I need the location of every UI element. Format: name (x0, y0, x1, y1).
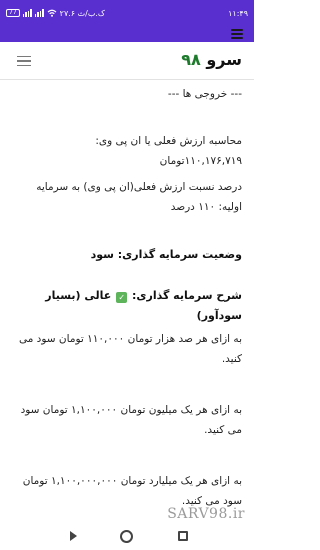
site-logo[interactable]: سرو ۹۸ (181, 50, 242, 69)
battery-icon: 77 (6, 9, 20, 17)
status-icons: 77 ۲۷.۶ ک.ب/ث (6, 9, 105, 18)
logo-text: سرو (206, 50, 242, 69)
app-toolbar (0, 26, 254, 42)
npv-line: محاسبه ارزش فعلی یا ان پی وی: ۱۱۰,۱۷۶,۷۱… (95, 135, 242, 167)
status-bar: 77 ۲۷.۶ ک.ب/ث ۱۱:۴۹ (0, 0, 254, 26)
home-circle-icon[interactable] (120, 530, 133, 543)
check-mark-button-icon: ✓ (116, 292, 128, 303)
profit-per-1m: به ازای هر یک میلیون تومان ۱,۱۰۰,۰۰۰ توم… (20, 404, 242, 436)
result-content: --- خروجی ها --- محاسبه ارزش فعلی یا ان … (0, 80, 254, 512)
toolbar-menu-icon[interactable] (231, 29, 243, 39)
signal-icon-2 (34, 9, 44, 17)
clock: ۱۱:۴۹ (228, 8, 248, 18)
description-heading: شرح سرمایه گذاری: ✓ عالی (بسیار سودآور) (14, 286, 242, 326)
logo-number: ۹۸ (181, 50, 201, 69)
npv-percent-line: درصد نسبت ارزش فعلی(ان پی وی) به سرمایه … (36, 181, 242, 213)
site-watermark: SARV98.ir (167, 506, 245, 522)
system-nav-bar (0, 524, 254, 550)
profit-per-1b: به ازای هر یک میلیارد تومان ۱,۱۰۰,۰۰۰,۰۰… (22, 475, 242, 507)
site-header: سرو ۹۸ (0, 42, 254, 80)
description-prefix: شرح سرمایه گذاری: (132, 289, 242, 302)
status-heading: وضعیت سرمایه گذاری: سود (90, 248, 242, 261)
hamburger-icon[interactable] (11, 52, 37, 70)
recents-square-icon[interactable] (178, 531, 188, 541)
wifi-icon (47, 9, 57, 17)
profit-per-100k: به ازای هر صد هزار تومان ۱۱۰,۰۰۰ تومان س… (18, 333, 242, 365)
signal-icon (22, 9, 32, 17)
outputs-heading: --- خروجی ها --- (167, 88, 242, 100)
network-speed: ۲۷.۶ ک.ب/ث (59, 8, 106, 18)
back-triangle-icon[interactable] (70, 531, 77, 541)
